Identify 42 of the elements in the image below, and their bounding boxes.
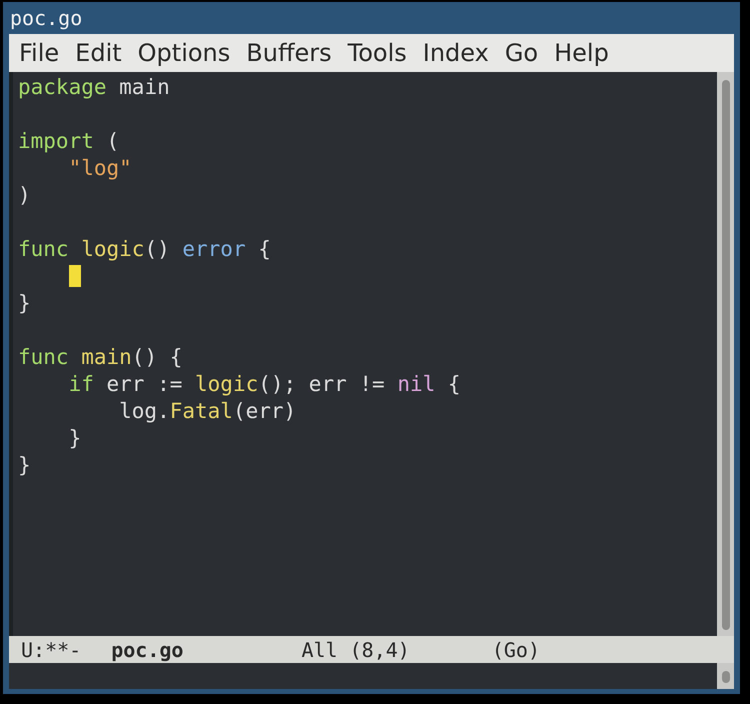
code-token: () [144, 237, 171, 261]
menu-item[interactable]: Tools [340, 39, 415, 67]
code-token: } [18, 291, 31, 315]
code-token: nil [397, 372, 436, 396]
menu-item[interactable]: Options [130, 39, 238, 67]
code-token: (err) [232, 399, 296, 423]
code-token: (); err != [258, 372, 386, 396]
code-token: main [81, 345, 132, 369]
code-token: } [68, 426, 82, 450]
code-token: if [68, 372, 94, 396]
code-token: main [119, 75, 170, 99]
code-token: log. [118, 399, 170, 423]
code-token: { [446, 372, 461, 396]
code-token: logic [81, 237, 144, 261]
buffer-name: poc.go [111, 638, 184, 662]
menu-item[interactable]: Go [496, 39, 546, 67]
code-token: logic [195, 372, 258, 396]
code-token: "log" [68, 156, 132, 180]
code-token: package [18, 75, 108, 99]
scrollbar-thumb[interactable] [722, 80, 730, 630]
menu-item[interactable]: Index [414, 39, 497, 67]
window-title: poc.go [9, 6, 82, 30]
menu-item[interactable]: File [11, 39, 68, 67]
cursor-position: All (8,4) [301, 638, 410, 662]
code-token: func [18, 237, 70, 261]
menu-item[interactable]: Edit [67, 39, 130, 67]
code-token: ) [18, 183, 31, 207]
scrollbar[interactable] [717, 72, 734, 636]
scrollbar-thumb[interactable] [722, 671, 730, 683]
code-token: ( [106, 129, 120, 153]
major-mode: (Go) [492, 638, 540, 662]
code-token: error [182, 237, 246, 261]
code-token: Fatal [170, 399, 233, 423]
code-token: { [257, 237, 271, 261]
menu-item[interactable]: Buffers [238, 39, 340, 67]
code-token: err := [106, 372, 184, 396]
menu-item[interactable]: Help [546, 39, 617, 67]
code-token: import [18, 129, 94, 153]
code-token: func [18, 345, 70, 369]
code-token: } [18, 453, 31, 477]
buffer-status: U:**- [21, 638, 82, 662]
code-token: () { [132, 345, 182, 369]
